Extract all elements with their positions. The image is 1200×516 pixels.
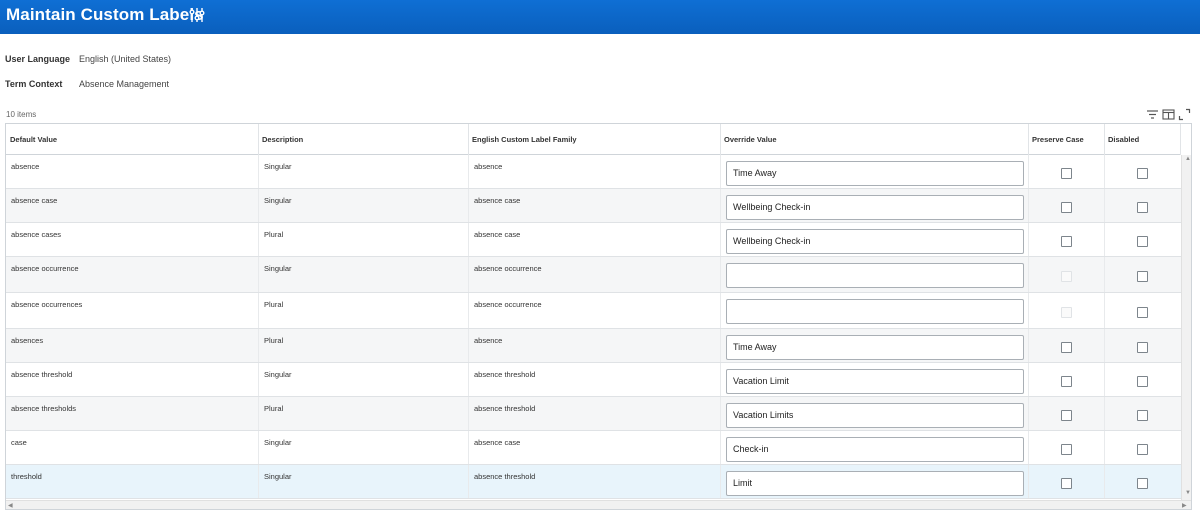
preserve-case-checkbox[interactable] [1061,236,1072,247]
preserve-case-checkbox[interactable] [1061,168,1072,179]
preserve-case-checkbox[interactable] [1061,202,1072,213]
label-family-cell: absence threshold [469,465,721,498]
column-header-disabled[interactable]: Disabled [1105,124,1181,155]
override-value-input[interactable]: Time Away [726,161,1024,186]
fullscreen-icon[interactable] [1178,108,1191,121]
preserve-case-checkbox[interactable] [1061,376,1072,387]
disabled-checkbox[interactable] [1137,410,1148,421]
override-value-input[interactable]: Time Away [726,335,1024,360]
default-value-cell: absence cases [6,223,259,256]
labels-grid: Default Value Description English Custom… [5,123,1192,510]
columns-icon[interactable] [1162,108,1175,121]
label-family-cell: absence [469,329,721,362]
default-value-cell: threshold [6,465,259,498]
item-count: 10 items [6,110,37,119]
disabled-checkbox[interactable] [1137,236,1148,247]
scroll-left-icon[interactable]: ◀ [8,502,13,509]
horizontal-scrollbar[interactable]: ◀ ▶ [6,500,1191,509]
override-value-input[interactable]: Limit [726,471,1024,496]
preserve-case-checkbox [1061,271,1072,282]
table-row[interactable]: absence occurrence Singular absence occurr… [6,257,1181,293]
table-row[interactable]: absence thresholds Plural absence threshol… [6,397,1181,431]
description-cell: Singular [259,363,469,396]
default-value-cell: absence occurrence [6,257,259,292]
table-row[interactable]: absence threshold Singular absence thresho… [6,363,1181,397]
page-title: Maintain Custom Labels [6,5,204,24]
description-cell: Plural [259,397,469,430]
grid-header: Default Value Description English Custom… [6,124,1181,155]
column-header-default-value[interactable]: Default Value [6,124,259,155]
description-cell: Singular [259,155,469,188]
description-cell: Singular [259,431,469,464]
default-value-cell: absence case [6,189,259,222]
related-actions-icon[interactable] [189,7,205,23]
preserve-case-checkbox[interactable] [1061,478,1072,489]
label-family-cell: absence threshold [469,397,721,430]
filter-icon[interactable] [1146,108,1159,121]
disabled-checkbox[interactable] [1137,342,1148,353]
column-header-family[interactable]: English Custom Label Family [469,124,721,155]
description-cell: Plural [259,223,469,256]
table-row[interactable]: threshold Singular absence threshold Limit [6,465,1181,499]
term-context-value: Absence Management [79,79,170,89]
column-header-preserve-case[interactable]: Preserve Case [1029,124,1105,155]
column-header-description[interactable]: Description [259,124,469,155]
table-row[interactable]: absence case Singular absence case Wellbein… [6,189,1181,223]
override-value-input[interactable]: Check-in [726,437,1024,462]
description-cell: Singular [259,465,469,498]
disabled-checkbox[interactable] [1137,307,1148,318]
table-row[interactable]: absence cases Plural absence case Wellbeing… [6,223,1181,257]
default-value-cell: absence occurrences [6,293,259,328]
label-family-cell: absence occurrence [469,257,721,292]
override-value-input[interactable]: Wellbeing Check-in [726,195,1024,220]
default-value-cell: absence [6,155,259,188]
label-family-cell: absence occurrence [469,293,721,328]
user-language-value: English (United States) [79,54,172,64]
disabled-checkbox[interactable] [1137,478,1148,489]
column-header-override-value[interactable]: Override Value [721,124,1029,155]
label-family-cell: absence case [469,189,721,222]
preserve-case-checkbox[interactable] [1061,444,1072,455]
disabled-checkbox[interactable] [1137,376,1148,387]
page-header: Maintain Custom Labels [0,0,1200,34]
preserve-case-checkbox [1061,307,1072,318]
description-cell: Singular [259,257,469,292]
override-value-input[interactable] [726,299,1024,324]
label-family-cell: absence threshold [469,363,721,396]
scroll-down-icon[interactable]: ▼ [1185,490,1191,496]
user-language-label: User Language [5,54,71,64]
vertical-scrollbar[interactable]: ▲ ▼ [1181,155,1191,500]
description-cell: Plural [259,329,469,362]
table-row[interactable]: absence occurrences Plural absence occurre… [6,293,1181,329]
label-family-cell: absence case [469,431,721,464]
override-value-input[interactable]: Wellbeing Check-in [726,229,1024,254]
disabled-checkbox[interactable] [1137,168,1148,179]
table-row[interactable]: absences Plural absence Time Away [6,329,1181,363]
default-value-cell: absence thresholds [6,397,259,430]
default-value-cell: absences [6,329,259,362]
table-row[interactable]: case Singular absence case Check-in [6,431,1181,465]
preserve-case-checkbox[interactable] [1061,410,1072,421]
scroll-up-icon[interactable]: ▲ [1185,156,1191,162]
label-family-cell: absence case [469,223,721,256]
disabled-checkbox[interactable] [1137,271,1148,282]
label-family-cell: absence [469,155,721,188]
default-value-cell: case [6,431,259,464]
term-context-label: Term Context [5,79,63,89]
description-cell: Plural [259,293,469,328]
default-value-cell: absence threshold [6,363,259,396]
preserve-case-checkbox[interactable] [1061,342,1072,353]
table-row[interactable]: absence Singular absence Time Away [6,155,1181,189]
override-value-input[interactable]: Vacation Limits [726,403,1024,428]
description-cell: Singular [259,189,469,222]
disabled-checkbox[interactable] [1137,444,1148,455]
override-value-input[interactable] [726,263,1024,288]
scroll-right-icon[interactable]: ▶ [1182,502,1187,509]
override-value-input[interactable]: Vacation Limit [726,369,1024,394]
disabled-checkbox[interactable] [1137,202,1148,213]
